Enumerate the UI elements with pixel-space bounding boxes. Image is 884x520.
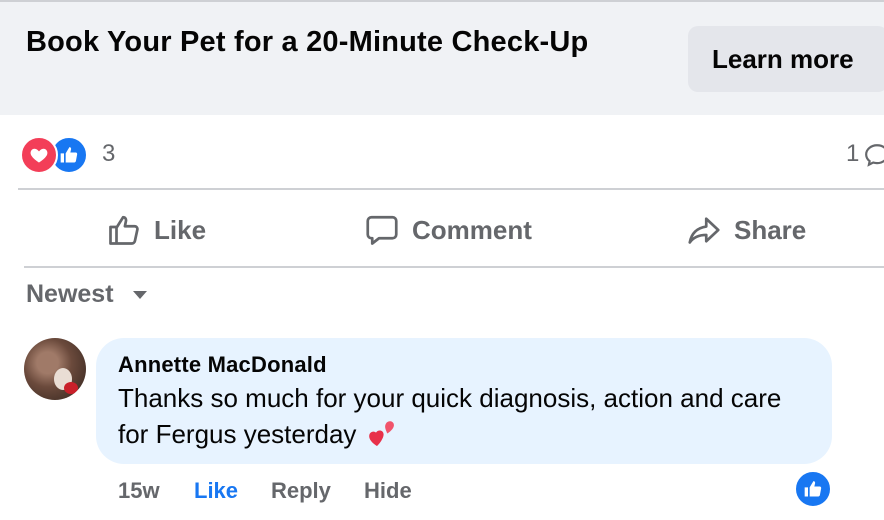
comment-timestamp[interactable]: 15w [118,478,160,504]
sort-selected-label: Newest [26,280,114,308]
share-button[interactable]: Share [686,208,806,252]
comment-bubble: Annette MacDonald Thanks so much for you… [96,338,832,464]
comment-bubble-icon [865,144,884,167]
banner-title[interactable]: Book Your Pet for a 20-Minute Check-Up [26,24,646,61]
comment-like-link[interactable]: Like [194,478,238,504]
share-arrow-icon [688,217,720,244]
learn-more-button[interactable]: Learn more [688,26,884,92]
comment-hide-link[interactable]: Hide [364,478,412,504]
reactions-divider [18,188,884,190]
comment-reply-link[interactable]: Reply [271,478,331,504]
love-reaction-icon [20,136,58,174]
comment-text: Thanks so much for your quick diagnosis,… [118,383,782,449]
comment-count[interactable]: 1 [846,140,859,168]
comment-like-reaction-icon[interactable] [794,470,832,508]
share-label: Share [734,214,807,245]
actions-divider [24,266,884,268]
like-button[interactable]: Like [106,208,206,252]
two-hearts-icon [368,421,394,446]
comment-label: Comment [412,214,532,245]
link-preview-banner[interactable]: Book Your Pet for a 20-Minute Check-Up L… [0,2,884,115]
thumbs-up-icon [109,215,139,245]
reaction-count[interactable]: 3 [102,140,115,168]
comment-icon [366,215,398,245]
comment-button[interactable]: Comment [364,208,532,252]
caret-down-icon [132,290,147,299]
comment-text-block: Thanks so much for your quick diagnosis,… [118,380,808,452]
avatar[interactable] [24,338,86,400]
like-label: Like [154,214,207,245]
comment-sort-dropdown[interactable]: Newest [26,280,148,309]
comment-author[interactable]: Annette MacDonald [118,352,327,378]
